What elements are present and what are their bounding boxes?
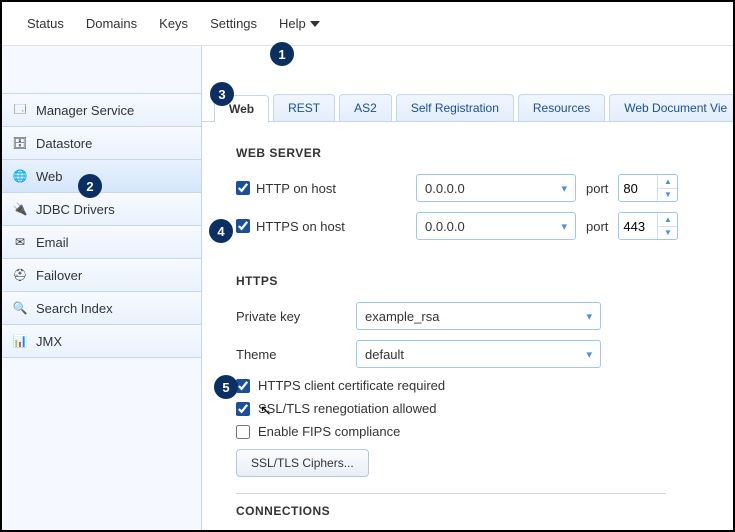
https-on-host-checkbox[interactable] [236,219,250,233]
nav-settings[interactable]: Settings [210,16,257,31]
lifebuoy-icon: ⛑ [12,267,28,283]
renegotiation-checkbox[interactable] [236,402,250,416]
nav-help-label: Help [279,16,306,31]
http-port-spinner[interactable]: ▲ ▼ [618,174,678,202]
callout-4: 4 [209,219,233,243]
content-area: Web REST AS2 Self Registration Resources… [202,46,733,530]
theme-combo[interactable]: default ▾ [356,340,601,368]
chevron-down-icon: ▾ [561,220,567,233]
tab-web-document-viewer[interactable]: Web Document Vie [609,94,733,121]
renegotiation-label: SSL/TLS renegotiation allowed [258,401,437,416]
fips-label: Enable FIPS compliance [258,424,400,439]
https-heading: HTTPS [236,274,721,288]
spinner-up-icon[interactable]: ▲ [658,175,677,189]
globe-icon: 🌐 [12,168,28,184]
theme-value: default [365,347,404,362]
window-icon: 🗔 [12,102,28,118]
client-cert-checkbox[interactable] [236,379,250,393]
web-server-heading: WEB SERVER [236,146,721,160]
fips-checkbox[interactable] [236,425,250,439]
client-cert-label: HTTPS client certificate required [258,378,445,393]
spinner-up-icon[interactable]: ▲ [658,213,677,227]
chevron-down-icon: ▾ [586,348,592,361]
spinner-arrows: ▲ ▼ [657,213,677,239]
plug-icon: 🔌 [12,201,28,217]
port-label: port [586,219,608,234]
chart-icon: 📊 [12,333,28,349]
spinner-down-icon[interactable]: ▼ [658,189,677,202]
nav-help[interactable]: Help [279,16,320,31]
chevron-down-icon: ▾ [586,310,592,323]
sidebar-item-search-index[interactable]: 🔍 Search Index [2,291,201,325]
nav-keys[interactable]: Keys [159,16,188,31]
top-nav: Status Domains Keys Settings Help [2,2,733,46]
sidebar-item-label: Web [36,169,63,184]
tab-resources[interactable]: Resources [518,94,605,121]
https-port-input[interactable] [619,213,657,239]
sidebar-item-label: Manager Service [36,103,134,118]
mail-icon: ✉ [12,234,28,250]
sidebar-item-jdbc-drivers[interactable]: 🔌 JDBC Drivers [2,192,201,226]
theme-label: Theme [236,347,356,362]
http-on-host-checkbox[interactable] [236,181,250,195]
sidebar-item-jmx[interactable]: 📊 JMX [2,324,201,358]
private-key-label: Private key [236,309,356,324]
https-host-value: 0.0.0.0 [425,219,465,234]
https-port-spinner[interactable]: ▲ ▼ [618,212,678,240]
http-on-host-label: HTTP on host [256,181,336,196]
https-host-combo[interactable]: 0.0.0.0 ▾ [416,212,576,240]
port-label: port [586,181,608,196]
http-on-host-row: HTTP on host [236,181,416,196]
https-on-host-label: HTTPS on host [256,219,345,234]
connections-heading: CONNECTIONS [236,504,721,518]
sidebar-item-manager-service[interactable]: 🗔 Manager Service [2,93,201,127]
http-host-combo[interactable]: 0.0.0.0 ▾ [416,174,576,202]
chevron-down-icon [310,21,320,27]
sidebar-item-datastore[interactable]: 🗄 Datastore [2,126,201,160]
tab-rest[interactable]: REST [273,94,335,121]
http-host-value: 0.0.0.0 [425,181,465,196]
private-key-value: example_rsa [365,309,439,324]
search-icon: 🔍 [12,300,28,316]
tab-self-registration[interactable]: Self Registration [396,94,514,121]
callout-2: 2 [78,174,102,198]
sidebar-item-label: JMX [36,334,62,349]
tabstrip: Web REST AS2 Self Registration Resources… [202,94,733,122]
spinner-down-icon[interactable]: ▼ [658,227,677,240]
http-port-input[interactable] [619,175,657,201]
sidebar: 🗔 Manager Service 🗄 Datastore 🌐 Web 🔌 JD… [2,46,202,530]
ssl-tls-ciphers-button[interactable]: SSL/TLS Ciphers... [236,449,369,477]
database-icon: 🗄 [12,135,28,151]
chevron-down-icon: ▾ [561,182,567,195]
nav-domains[interactable]: Domains [86,16,137,31]
sidebar-item-label: JDBC Drivers [36,202,115,217]
callout-3: 3 [210,82,234,106]
https-on-host-row: HTTPS on host [236,219,416,234]
spinner-arrows: ▲ ▼ [657,175,677,201]
divider [236,493,666,494]
sidebar-item-label: Failover [36,268,82,283]
private-key-combo[interactable]: example_rsa ▾ [356,302,601,330]
callout-5: 5 [214,375,238,399]
sidebar-item-email[interactable]: ✉ Email [2,225,201,259]
nav-status[interactable]: Status [27,16,64,31]
sidebar-item-label: Datastore [36,136,92,151]
sidebar-item-failover[interactable]: ⛑ Failover [2,258,201,292]
tab-as2[interactable]: AS2 [339,94,392,121]
web-panel: WEB SERVER HTTP on host 0.0.0.0 ▾ port ▲… [202,122,733,530]
callout-1: 1 [270,42,294,66]
sidebar-item-label: Email [36,235,69,250]
sidebar-item-label: Search Index [36,301,113,316]
